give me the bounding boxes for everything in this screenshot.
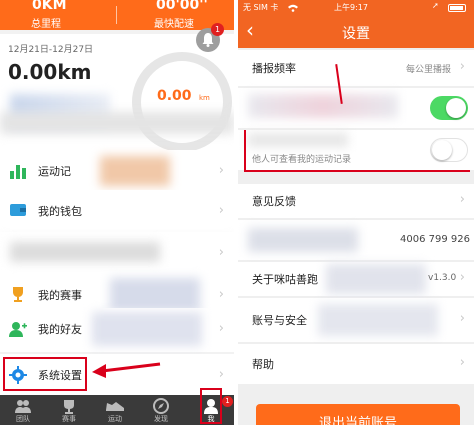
chevron-right-icon: › bbox=[459, 192, 465, 207]
wallet-icon bbox=[10, 204, 26, 216]
tab-badge: 1 bbox=[222, 396, 233, 407]
redacted-area bbox=[10, 242, 160, 262]
notification-badge-count: 1 bbox=[214, 25, 221, 34]
tab-badge-count: 1 bbox=[225, 397, 230, 405]
page-title: 设置 bbox=[342, 26, 370, 42]
setting-about[interactable]: 关于咪咕善跑 v1.3.0 › bbox=[238, 262, 474, 296]
redacted-area bbox=[326, 264, 426, 294]
menu-blurred-item[interactable]: › bbox=[0, 232, 234, 276]
menu-sport-record-label: 运动记 bbox=[38, 165, 71, 178]
redacted-area bbox=[318, 304, 438, 336]
ring-unit: km bbox=[199, 94, 210, 102]
tab-team-label: 团队 bbox=[16, 415, 30, 423]
chevron-right-icon: › bbox=[459, 355, 465, 370]
redacted-area bbox=[248, 94, 398, 118]
carrier-label: 无 SIM 卡 bbox=[243, 3, 279, 12]
nav-bar: ‹ 设置 bbox=[238, 16, 474, 48]
annotation-highlight-box bbox=[3, 357, 87, 391]
chevron-right-icon: › bbox=[218, 367, 224, 382]
chevron-left-icon: ‹ bbox=[246, 18, 254, 42]
back-button[interactable]: ‹ bbox=[246, 18, 254, 42]
help-label: 帮助 bbox=[252, 358, 274, 371]
menu-my-friends[interactable]: 我的好友 › bbox=[0, 308, 234, 352]
add-friend-icon bbox=[9, 322, 27, 337]
chevron-right-icon: › bbox=[459, 59, 465, 74]
chevron-right-icon: › bbox=[459, 270, 465, 285]
logout-button[interactable]: 退出当前账号 bbox=[256, 404, 460, 425]
tab-discover[interactable]: 发现 bbox=[138, 395, 184, 425]
notification-badge: 1 bbox=[211, 23, 224, 36]
about-label: 关于咪咕善跑 bbox=[252, 273, 318, 286]
account-security-label: 账号与安全 bbox=[252, 314, 307, 327]
trophy-icon bbox=[13, 287, 23, 302]
stats-divider bbox=[116, 6, 117, 24]
broadcast-frequency-value: 每公里播报 bbox=[406, 65, 452, 75]
app-version: v1.3.0 bbox=[428, 273, 457, 283]
bottom-tab-bar: 团队 赛事 运动 发现 我 1 bbox=[0, 395, 234, 425]
menu-my-events-label: 我的赛事 bbox=[38, 289, 82, 302]
chevron-right-icon: › bbox=[218, 245, 224, 260]
location-icon: ➚ bbox=[432, 1, 439, 10]
notification-bell-button[interactable]: 1 bbox=[196, 23, 224, 52]
total-distance-label: 总里程 bbox=[31, 19, 61, 30]
tab-events[interactable]: 赛事 bbox=[46, 395, 92, 425]
profile-screen: 0KM 总里程 00'00'' 最快配速 12月21日-12月27日 0.00k… bbox=[0, 0, 234, 425]
broadcast-frequency-label: 播报频率 bbox=[252, 62, 296, 75]
week-distance: 0.00km bbox=[8, 60, 92, 84]
redacted-area bbox=[92, 312, 202, 346]
annotation-highlight-box bbox=[244, 130, 470, 172]
bar-chart-icon bbox=[10, 165, 26, 179]
tab-discover-label: 发现 bbox=[154, 415, 168, 423]
shoe-icon bbox=[106, 402, 124, 411]
toggle-switch-on[interactable] bbox=[430, 96, 468, 120]
stats-header: 0KM 总里程 00'00'' 最快配速 bbox=[0, 0, 234, 30]
annotation-underline bbox=[244, 170, 354, 172]
menu-wallet[interactable]: 我的钱包 › bbox=[0, 190, 234, 234]
discover-icon bbox=[153, 398, 169, 414]
status-time: 上午9:17 bbox=[334, 3, 368, 12]
chevron-right-icon: › bbox=[218, 287, 224, 302]
battery-icon bbox=[448, 4, 466, 12]
annotation-arrow bbox=[92, 362, 161, 378]
settings-screen: 无 SIM 卡 上午9:17 ➚ ‹ 设置 播报频率 每公里播报 › 他人可查看… bbox=[238, 0, 474, 425]
progress-ring: 0.00 km bbox=[132, 52, 232, 152]
annotation-highlight-box bbox=[200, 388, 222, 424]
customer-service-phone: 4006 799 926 bbox=[400, 234, 470, 245]
setting-blurred-toggle[interactable] bbox=[238, 64, 474, 128]
chevron-right-icon: › bbox=[218, 203, 224, 218]
setting-broadcast-frequency[interactable]: 播报频率 每公里播报 › bbox=[238, 50, 474, 86]
status-bar: 无 SIM 卡 上午9:17 ➚ bbox=[238, 0, 474, 16]
tab-run-label: 运动 bbox=[108, 415, 122, 423]
menu-my-friends-label: 我的好友 bbox=[38, 323, 82, 336]
fastest-pace-label: 最快配速 bbox=[154, 19, 194, 30]
redacted-area bbox=[100, 156, 170, 186]
tab-events-label: 赛事 bbox=[62, 415, 76, 423]
group-icon bbox=[15, 400, 31, 413]
menu-sport-record[interactable]: 运动记 › bbox=[0, 150, 234, 194]
setting-help[interactable]: 帮助 › bbox=[238, 344, 474, 384]
tab-team[interactable]: 团队 bbox=[0, 395, 46, 425]
redacted-area bbox=[0, 112, 234, 134]
tab-run[interactable]: 运动 bbox=[92, 395, 138, 425]
wifi-icon bbox=[288, 4, 298, 12]
total-distance-value: 0KM bbox=[32, 0, 67, 13]
chevron-right-icon: › bbox=[218, 321, 224, 336]
setting-customer-service[interactable]: 4006 799 926 bbox=[238, 220, 474, 260]
fastest-pace-value: 00'00'' bbox=[156, 0, 208, 13]
redacted-area bbox=[110, 278, 200, 312]
chevron-right-icon: › bbox=[218, 163, 224, 178]
trophy-icon bbox=[64, 400, 74, 414]
chevron-right-icon: › bbox=[459, 311, 465, 326]
toggle-knob bbox=[446, 98, 466, 118]
feedback-label: 意见反馈 bbox=[252, 195, 296, 208]
redacted-area bbox=[248, 228, 358, 252]
logout-button-label: 退出当前账号 bbox=[318, 416, 397, 425]
setting-account-security[interactable]: 账号与安全 › bbox=[238, 298, 474, 342]
setting-feedback[interactable]: 意见反馈 › bbox=[238, 184, 474, 218]
menu-wallet-label: 我的钱包 bbox=[38, 205, 82, 218]
week-range: 12月21日-12月27日 bbox=[8, 45, 94, 55]
ring-value: 0.00 bbox=[157, 88, 192, 104]
